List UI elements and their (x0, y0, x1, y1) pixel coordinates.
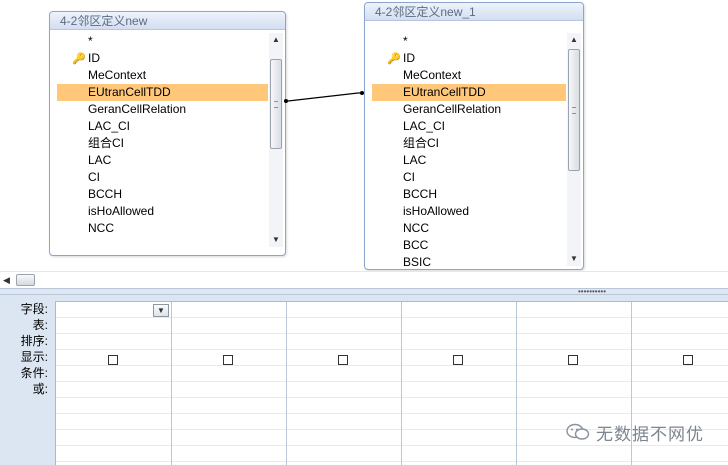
field-item-primary-key[interactable]: 🔑 ID (57, 50, 268, 67)
triangle-down-icon[interactable]: ▼ (269, 233, 283, 247)
scroll-thumb[interactable] (568, 49, 580, 171)
field-item-selected[interactable]: EUtranCellTDD (372, 84, 566, 101)
grip-icon: •••••••••• (578, 287, 607, 296)
chevron-down-icon[interactable]: ▼ (153, 304, 169, 317)
field-item[interactable]: MeContext (372, 67, 566, 84)
field-item[interactable]: GeranCellRelation (57, 101, 268, 118)
vertical-scrollbar[interactable]: ▲ ▼ (269, 33, 283, 247)
field-item[interactable]: MeContext (57, 67, 268, 84)
field-list: * 🔑 ID MeContext EUtranCellTDD GeranCellR… (57, 33, 268, 247)
row-label-sort: 排序: (20, 334, 48, 348)
triangle-up-icon[interactable]: ▲ (269, 33, 283, 47)
field-item[interactable]: NCC (57, 220, 268, 237)
field-item[interactable]: * (57, 33, 268, 50)
field-item[interactable]: GeranCellRelation (372, 101, 566, 118)
field-item[interactable]: NCC (372, 220, 566, 237)
field-list: * 🔑 ID MeContext EUtranCellTDD GeranCellR… (372, 33, 566, 266)
row-label-criteria: 条件: (20, 366, 48, 380)
field-item[interactable]: LAC (372, 152, 566, 169)
field-item[interactable]: LAC_CI (372, 118, 566, 135)
table-box-1[interactable]: 4-2邻区定义new * 🔑 ID MeContext EUtranCellTDD… (49, 11, 286, 256)
field-item[interactable]: BCC (372, 237, 566, 254)
show-checkbox[interactable] (338, 355, 348, 365)
wechat-icon (566, 423, 590, 440)
show-checkbox[interactable] (568, 355, 578, 365)
query-design-upper-pane: 4-2邻区定义new * 🔑 ID MeContext EUtranCellTDD… (0, 0, 728, 271)
pane-splitter[interactable]: •••••••••• (0, 287, 728, 296)
grid-column-2[interactable] (171, 302, 287, 465)
key-icon: 🔑 (387, 53, 401, 65)
field-item[interactable]: BCCH (57, 186, 268, 203)
row-label-show: 显示: (20, 350, 48, 364)
horizontal-scrollbar[interactable]: ◀ (0, 271, 728, 288)
row-label-table: 表: (32, 318, 48, 332)
scroll-thumb[interactable] (270, 59, 282, 149)
grid-column-1[interactable]: ▼ (56, 302, 172, 465)
field-item[interactable]: isHoAllowed (57, 203, 268, 220)
field-item[interactable]: CI (372, 169, 566, 186)
row-label-field: 字段: (20, 302, 48, 316)
field-item[interactable]: LAC_CI (57, 118, 268, 135)
scroll-thumb[interactable] (16, 274, 35, 286)
table-title[interactable]: 4-2邻区定义new (50, 12, 285, 30)
grid-row-labels: 字段: 表: 排序: 显示: 条件: 或: (0, 301, 55, 397)
key-icon: 🔑 (72, 53, 86, 65)
field-item[interactable]: * (372, 33, 566, 50)
field-item[interactable]: BCCH (372, 186, 566, 203)
show-checkbox[interactable] (108, 355, 118, 365)
show-checkbox[interactable] (683, 355, 693, 365)
field-item[interactable]: 组合CI (57, 135, 268, 152)
watermark-text: 无数据不网优 (596, 425, 704, 444)
table-title[interactable]: 4-2邻区定义new_1 (365, 3, 583, 21)
field-item[interactable]: CI (57, 169, 268, 186)
row-label-or: 或: (32, 382, 48, 396)
field-item[interactable]: 组合CI (372, 135, 566, 152)
show-checkbox[interactable] (223, 355, 233, 365)
triangle-down-icon[interactable]: ▼ (567, 252, 581, 266)
field-item-primary-key[interactable]: 🔑 ID (372, 50, 566, 67)
triangle-up-icon[interactable]: ▲ (567, 33, 581, 47)
grid-column-3[interactable] (286, 302, 402, 465)
field-item[interactable]: LAC (57, 152, 268, 169)
table-box-2[interactable]: 4-2邻区定义new_1 * 🔑 ID MeContext EUtranCellT… (364, 2, 584, 270)
field-item-selected[interactable]: EUtranCellTDD (57, 84, 268, 101)
field-item[interactable]: isHoAllowed (372, 203, 566, 220)
triangle-left-icon[interactable]: ◀ (3, 275, 10, 286)
vertical-scrollbar[interactable]: ▲ ▼ (567, 33, 581, 266)
grid-column-4[interactable] (401, 302, 517, 465)
show-checkbox[interactable] (453, 355, 463, 365)
field-item[interactable]: BSIC (372, 254, 566, 266)
